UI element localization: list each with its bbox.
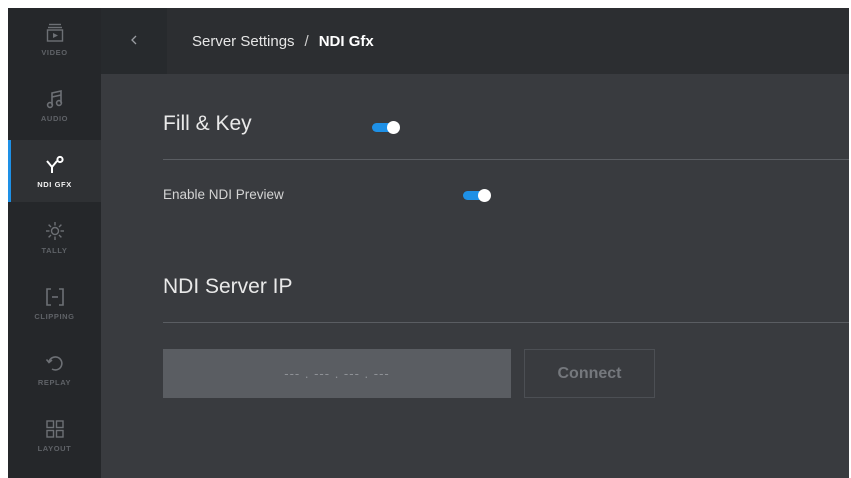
sidebar-item-layout[interactable]: LAYOUT — [8, 404, 101, 466]
sidebar-item-ndi-gfx[interactable]: NDI GFX — [8, 140, 101, 202]
sidebar-item-replay[interactable]: REPLAY — [8, 338, 101, 400]
sidebar-item-label: TALLY — [41, 245, 68, 255]
section-divider — [163, 159, 849, 160]
header-bar: Server Settings / NDI Gfx — [101, 8, 849, 74]
sidebar-item-label: CLIPPING — [34, 311, 75, 321]
section-divider — [163, 322, 849, 323]
replay-icon — [44, 352, 66, 374]
breadcrumb-parent[interactable]: Server Settings — [192, 33, 295, 50]
toggle-knob — [387, 121, 400, 134]
sidebar-item-label: NDI GFX — [37, 179, 72, 189]
ndi-preview-toggle[interactable] — [463, 188, 491, 202]
ndi-server-ip-title: NDI Server IP — [163, 275, 293, 298]
fill-key-title: Fill & Key — [163, 112, 252, 135]
ndi-icon — [44, 154, 66, 176]
tally-light-icon — [44, 220, 66, 242]
music-note-icon — [44, 88, 66, 110]
sidebar-item-label: REPLAY — [37, 377, 72, 387]
sidebar-item-label: LAYOUT — [37, 443, 72, 453]
active-indicator — [8, 140, 11, 202]
ndi-preview-label: Enable NDI Preview — [163, 187, 284, 202]
sidebar-item-clipping[interactable]: CLIPPING — [8, 272, 101, 334]
sidebar: VIDEO AUDIO NDI GFX TALLY CLIPPING REPLA… — [8, 8, 101, 478]
sidebar-item-label: VIDEO — [41, 47, 68, 57]
main-content: Fill & Key Enable NDI Preview NDI Server… — [101, 74, 849, 478]
chevron-left-icon — [130, 33, 138, 49]
sidebar-item-label: AUDIO — [40, 113, 69, 123]
fill-key-toggle[interactable] — [372, 120, 400, 134]
connect-button[interactable]: Connect — [524, 349, 655, 398]
breadcrumb: Server Settings / NDI Gfx — [192, 8, 374, 74]
ip-address-input[interactable] — [163, 349, 511, 398]
video-icon — [44, 22, 66, 44]
app-window: VIDEO AUDIO NDI GFX TALLY CLIPPING REPLA… — [8, 8, 849, 478]
breadcrumb-separator: / — [304, 32, 309, 50]
breadcrumb-current: NDI Gfx — [318, 32, 374, 50]
layout-grid-icon — [44, 418, 66, 440]
sidebar-item-video[interactable]: VIDEO — [8, 8, 101, 70]
sidebar-item-tally[interactable]: TALLY — [8, 206, 101, 268]
clipping-brackets-icon — [44, 286, 66, 308]
sidebar-item-audio[interactable]: AUDIO — [8, 74, 101, 136]
toggle-knob — [478, 189, 491, 202]
back-button[interactable] — [101, 8, 167, 74]
